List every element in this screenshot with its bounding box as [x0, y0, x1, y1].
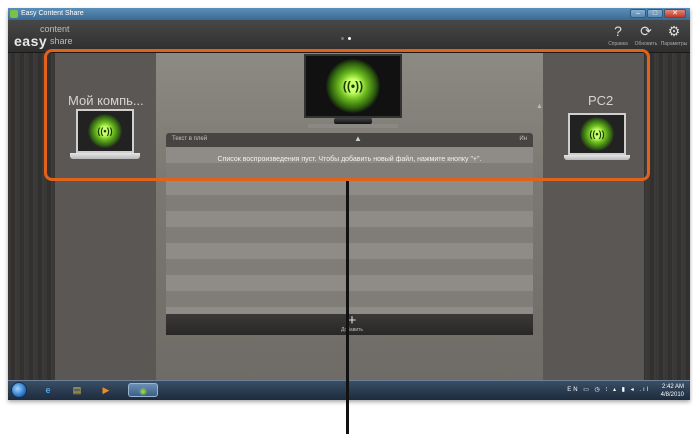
- minimize-button[interactable]: –: [630, 9, 646, 18]
- window-title: Easy Content Share: [21, 10, 84, 17]
- callout-line: [346, 181, 349, 434]
- page-indicator: [341, 37, 351, 40]
- system-tray[interactable]: EN ▭ ◷ ⁝ ▴ ▮ ◂ .ıl: [567, 386, 650, 393]
- title-bar: Easy Content Share – □ ✕: [8, 8, 690, 20]
- clock-date: 4/8/2010: [660, 392, 684, 398]
- media-player-icon[interactable]: ▶: [99, 383, 113, 397]
- easy-content-share-icon[interactable]: ◉: [128, 383, 158, 397]
- windows-taskbar: e ▤ ▶ ◉ EN ▭ ◷ ⁝ ▴ ▮ ◂ .ıl 2:42 AM 4/8/2…: [8, 380, 690, 400]
- playlist-footer: + Добавить: [166, 313, 533, 335]
- clock[interactable]: 2:42 AM 4/8/2010: [661, 383, 684, 399]
- start-orb[interactable]: [11, 382, 27, 398]
- add-label[interactable]: Добавить: [332, 327, 372, 333]
- settings-label: Параметры: [660, 41, 688, 47]
- page-dot[interactable]: [341, 37, 344, 40]
- internet-explorer-icon[interactable]: e: [41, 383, 55, 397]
- maximize-button[interactable]: □: [647, 9, 663, 18]
- app-icon: [10, 10, 18, 18]
- close-button[interactable]: ✕: [664, 9, 686, 18]
- page-dot-active[interactable]: [348, 37, 351, 40]
- highlight-box: [44, 49, 650, 181]
- explorer-icon[interactable]: ▤: [70, 383, 84, 397]
- clock-time: 2:42 AM: [661, 384, 684, 390]
- gear-icon: ⚙: [667, 23, 681, 39]
- add-icon[interactable]: +: [342, 313, 362, 328]
- window-controls: – □ ✕: [630, 9, 686, 18]
- logo-share-text: share: [50, 36, 73, 46]
- logo-easy-text: easy: [14, 33, 48, 49]
- settings-button[interactable]: ⚙ Параметры: [657, 22, 690, 52]
